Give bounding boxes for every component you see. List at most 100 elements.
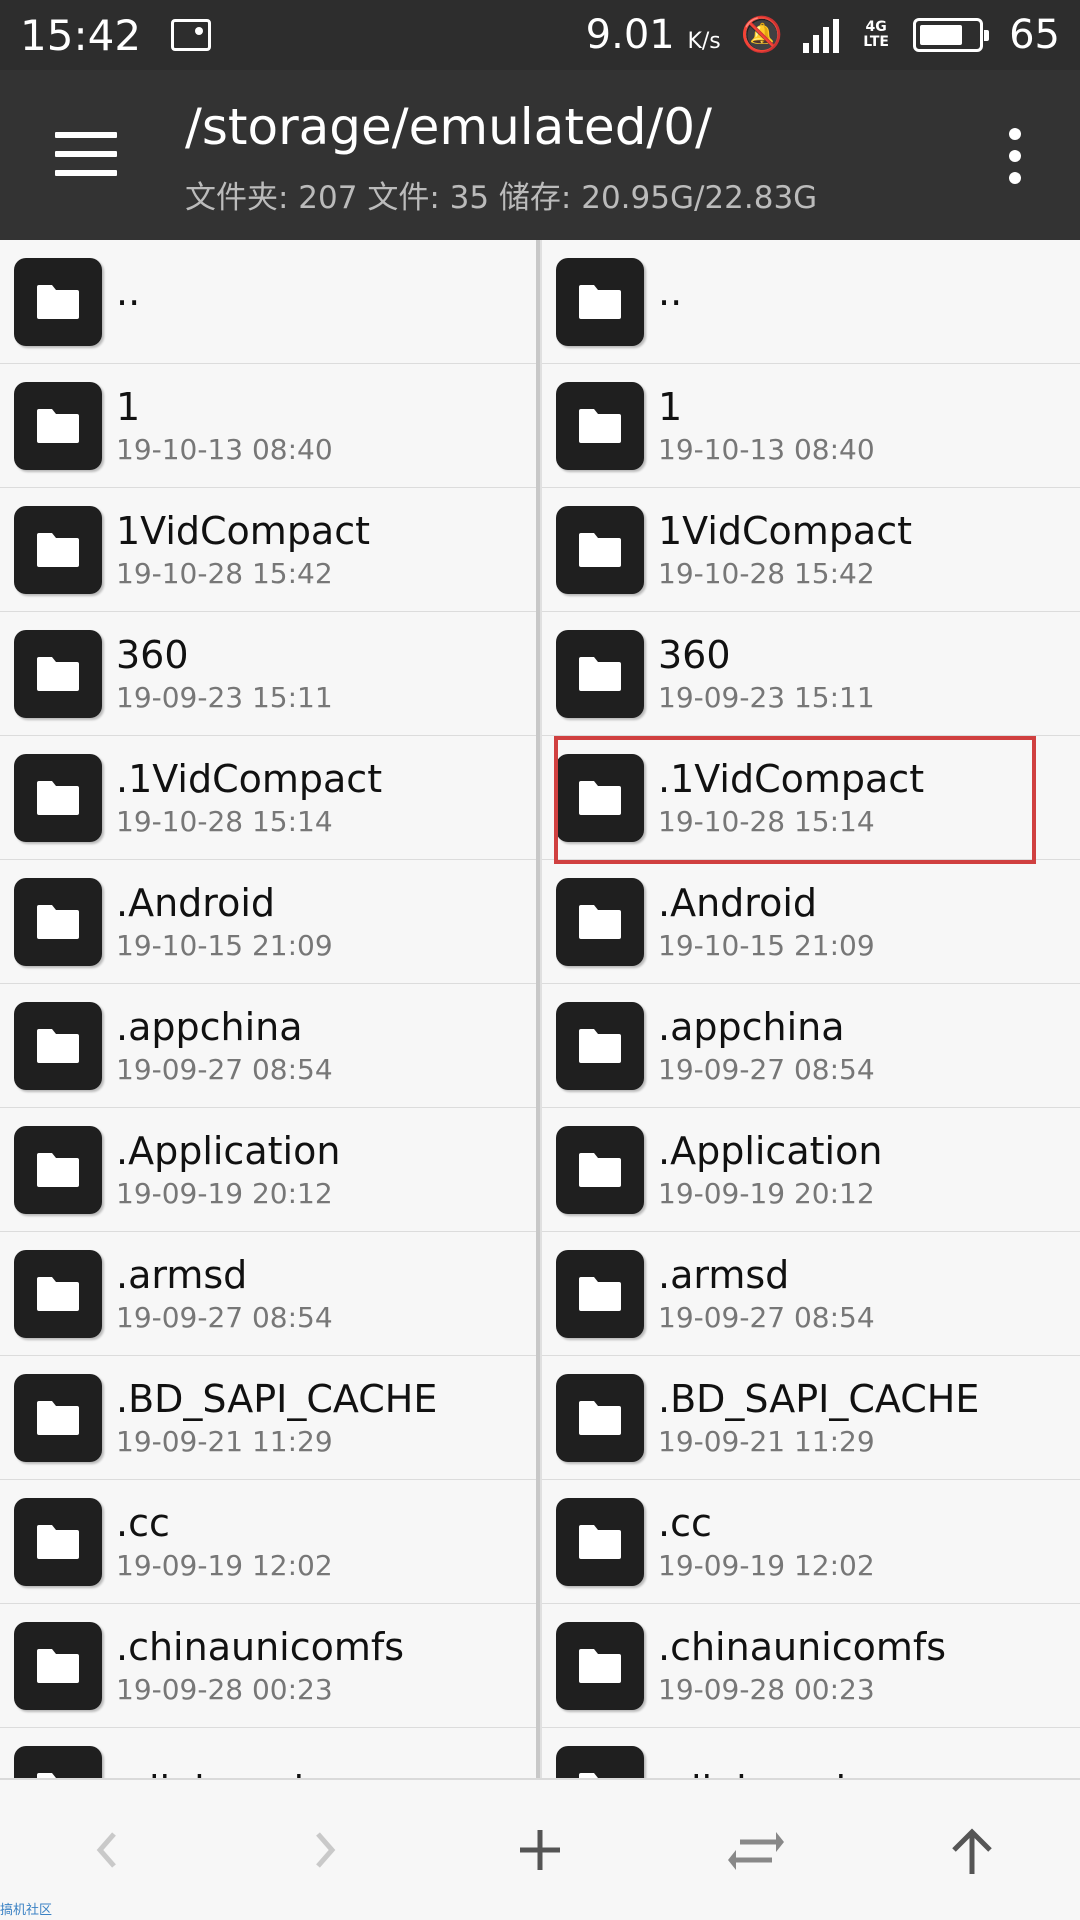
folder-row[interactable]: .cc 19-09-19 12:02 bbox=[0, 1480, 536, 1604]
folder-tile bbox=[556, 753, 644, 842]
mute-icon: 🔕 bbox=[740, 15, 784, 55]
folder-name: 1 bbox=[116, 384, 141, 429]
folder-icon bbox=[37, 1772, 79, 1778]
folder-row[interactable]: .appchina 19-09-27 08:54 bbox=[542, 984, 1080, 1108]
folder-tile bbox=[14, 257, 102, 346]
folder-text: 360 19-09-23 15:11 bbox=[116, 632, 333, 716]
back-button[interactable] bbox=[48, 1800, 168, 1900]
folder-row[interactable]: .Android 19-10-15 21:09 bbox=[0, 860, 536, 984]
folder-row[interactable]: .1VidCompact 19-10-28 15:14 bbox=[0, 736, 536, 860]
folder-tile bbox=[14, 877, 102, 966]
folder-name: 360 bbox=[658, 632, 731, 677]
folder-text: .Application 19-09-19 20:12 bbox=[658, 1128, 882, 1212]
battery-icon bbox=[913, 18, 990, 52]
folder-row[interactable]: 1 19-10-13 08:40 bbox=[0, 364, 536, 488]
folder-row[interactable]: .cc 19-09-19 12:02 bbox=[542, 1480, 1080, 1604]
folder-row[interactable]: 360 19-09-23 15:11 bbox=[542, 612, 1080, 736]
folder-text: 1 19-10-13 08:40 bbox=[116, 384, 333, 468]
folder-name: .cc bbox=[658, 1500, 712, 1545]
current-path: /storage/emulated/0/ bbox=[185, 98, 712, 156]
folder-text: .clipboard bbox=[116, 1767, 304, 1779]
folder-tile bbox=[14, 1621, 102, 1710]
folder-tile bbox=[556, 257, 644, 346]
folder-date: 19-09-21 11:29 bbox=[116, 1424, 333, 1458]
hamburger-menu-icon[interactable] bbox=[55, 132, 117, 176]
folder-date: 19-09-27 08:54 bbox=[116, 1052, 333, 1086]
storage-stats: 文件夹: 207 文件: 35 储存: 20.95G/22.83G bbox=[185, 180, 818, 216]
folder-icon bbox=[37, 408, 79, 443]
folder-row[interactable]: .BD_SAPI_CACHE 19-09-21 11:29 bbox=[0, 1356, 536, 1480]
forward-button[interactable] bbox=[264, 1800, 384, 1900]
folder-text: .BD_SAPI_CACHE 19-09-21 11:29 bbox=[116, 1376, 437, 1460]
folder-row[interactable]: .BD_SAPI_CACHE 19-09-21 11:29 bbox=[542, 1356, 1080, 1480]
folder-tile bbox=[14, 629, 102, 718]
folder-row[interactable]: .1VidCompact 19-10-28 15:14 bbox=[542, 736, 1080, 864]
folder-tile bbox=[556, 1249, 644, 1338]
right-pane[interactable]: .. 1 19-10-13 08:40 1VidCompact 19-10-28 15:… bbox=[540, 240, 1080, 1778]
folder-icon bbox=[579, 1400, 621, 1435]
folder-row[interactable]: 1VidCompact 19-10-28 15:42 bbox=[542, 488, 1080, 612]
folder-name: .chinaunicomfs bbox=[116, 1624, 405, 1669]
folder-tile bbox=[556, 381, 644, 470]
file-panes: .. 1 19-10-13 08:40 1VidCompact 19-10-28 15:… bbox=[0, 240, 1080, 1778]
folder-text: 1 19-10-13 08:40 bbox=[658, 384, 875, 468]
folder-date: 19-09-27 08:54 bbox=[116, 1300, 333, 1334]
folder-date: 19-10-28 15:42 bbox=[116, 556, 333, 590]
up-directory-button[interactable] bbox=[912, 1800, 1032, 1900]
folder-row[interactable]: .armsd 19-09-27 08:54 bbox=[542, 1232, 1080, 1356]
folder-row[interactable]: .Application 19-09-19 20:12 bbox=[542, 1108, 1080, 1232]
folder-tile bbox=[556, 1497, 644, 1586]
folder-date: 19-09-19 12:02 bbox=[658, 1548, 875, 1582]
folder-row[interactable]: 360 19-09-23 15:11 bbox=[0, 612, 536, 736]
folder-row[interactable]: .clipboard bbox=[0, 1728, 536, 1778]
folder-name: .Application bbox=[116, 1128, 341, 1173]
folder-icon bbox=[37, 1400, 79, 1435]
folder-name: .Application bbox=[658, 1128, 883, 1173]
folder-row[interactable]: .Application 19-09-19 20:12 bbox=[0, 1108, 536, 1232]
folder-date: 19-09-19 12:02 bbox=[116, 1548, 333, 1582]
signal-icon bbox=[803, 17, 840, 53]
folder-name: 1VidCompact bbox=[658, 508, 913, 553]
up-icon bbox=[952, 1828, 992, 1874]
folder-name: .Android bbox=[658, 880, 817, 925]
parent-directory-row[interactable]: .. bbox=[0, 240, 536, 364]
folder-row[interactable]: 1VidCompact 19-10-28 15:42 bbox=[0, 488, 536, 612]
folder-tile bbox=[14, 1745, 102, 1778]
folder-row[interactable]: .appchina 19-09-27 08:54 bbox=[0, 984, 536, 1108]
watermark: 搞机社区 bbox=[0, 1903, 53, 1918]
folder-row[interactable]: .clipboard bbox=[542, 1728, 1080, 1778]
folder-text: .. bbox=[658, 270, 682, 315]
left-pane[interactable]: .. 1 19-10-13 08:40 1VidCompact 19-10-28 15:… bbox=[0, 240, 540, 1778]
folder-row[interactable]: .chinaunicomfs 19-09-28 00:23 bbox=[542, 1604, 1080, 1728]
swap-panes-button[interactable] bbox=[696, 1800, 816, 1900]
image-notification-icon bbox=[171, 19, 212, 51]
folder-text: .appchina 19-09-27 08:54 bbox=[658, 1004, 875, 1088]
folder-date: 19-10-15 21:09 bbox=[116, 928, 333, 962]
folder-name: .clipboard bbox=[658, 1767, 846, 1779]
folder-icon bbox=[579, 284, 621, 319]
folder-row[interactable]: .Android 19-10-15 21:09 bbox=[542, 860, 1080, 984]
folder-icon bbox=[37, 904, 79, 939]
folder-row[interactable]: .armsd 19-09-27 08:54 bbox=[0, 1232, 536, 1356]
parent-directory-row[interactable]: .. bbox=[542, 240, 1080, 364]
add-button[interactable] bbox=[480, 1800, 600, 1900]
folder-text: .. bbox=[116, 270, 140, 315]
overflow-menu-icon[interactable] bbox=[1005, 128, 1025, 184]
folder-icon bbox=[579, 1524, 621, 1559]
folder-name: .1VidCompact bbox=[116, 756, 383, 801]
folder-date: 19-09-27 08:54 bbox=[658, 1052, 875, 1086]
folder-row[interactable]: 1 19-10-13 08:40 bbox=[542, 364, 1080, 488]
folder-date: 19-10-28 15:42 bbox=[658, 556, 875, 590]
folder-icon bbox=[37, 1276, 79, 1311]
folder-date: 19-10-13 08:40 bbox=[116, 432, 333, 466]
folder-row[interactable]: .chinaunicomfs 19-09-28 00:23 bbox=[0, 1604, 536, 1728]
folder-icon bbox=[579, 904, 621, 939]
folder-name: .chinaunicomfs bbox=[658, 1624, 947, 1669]
folder-icon bbox=[579, 656, 621, 691]
folder-name: 1VidCompact bbox=[116, 508, 371, 553]
folder-name: .Android bbox=[116, 880, 275, 925]
folder-name: .BD_SAPI_CACHE bbox=[116, 1376, 438, 1421]
folder-text: 360 19-09-23 15:11 bbox=[658, 632, 875, 716]
folder-date: 19-09-23 15:11 bbox=[116, 680, 333, 714]
folder-icon bbox=[579, 1276, 621, 1311]
